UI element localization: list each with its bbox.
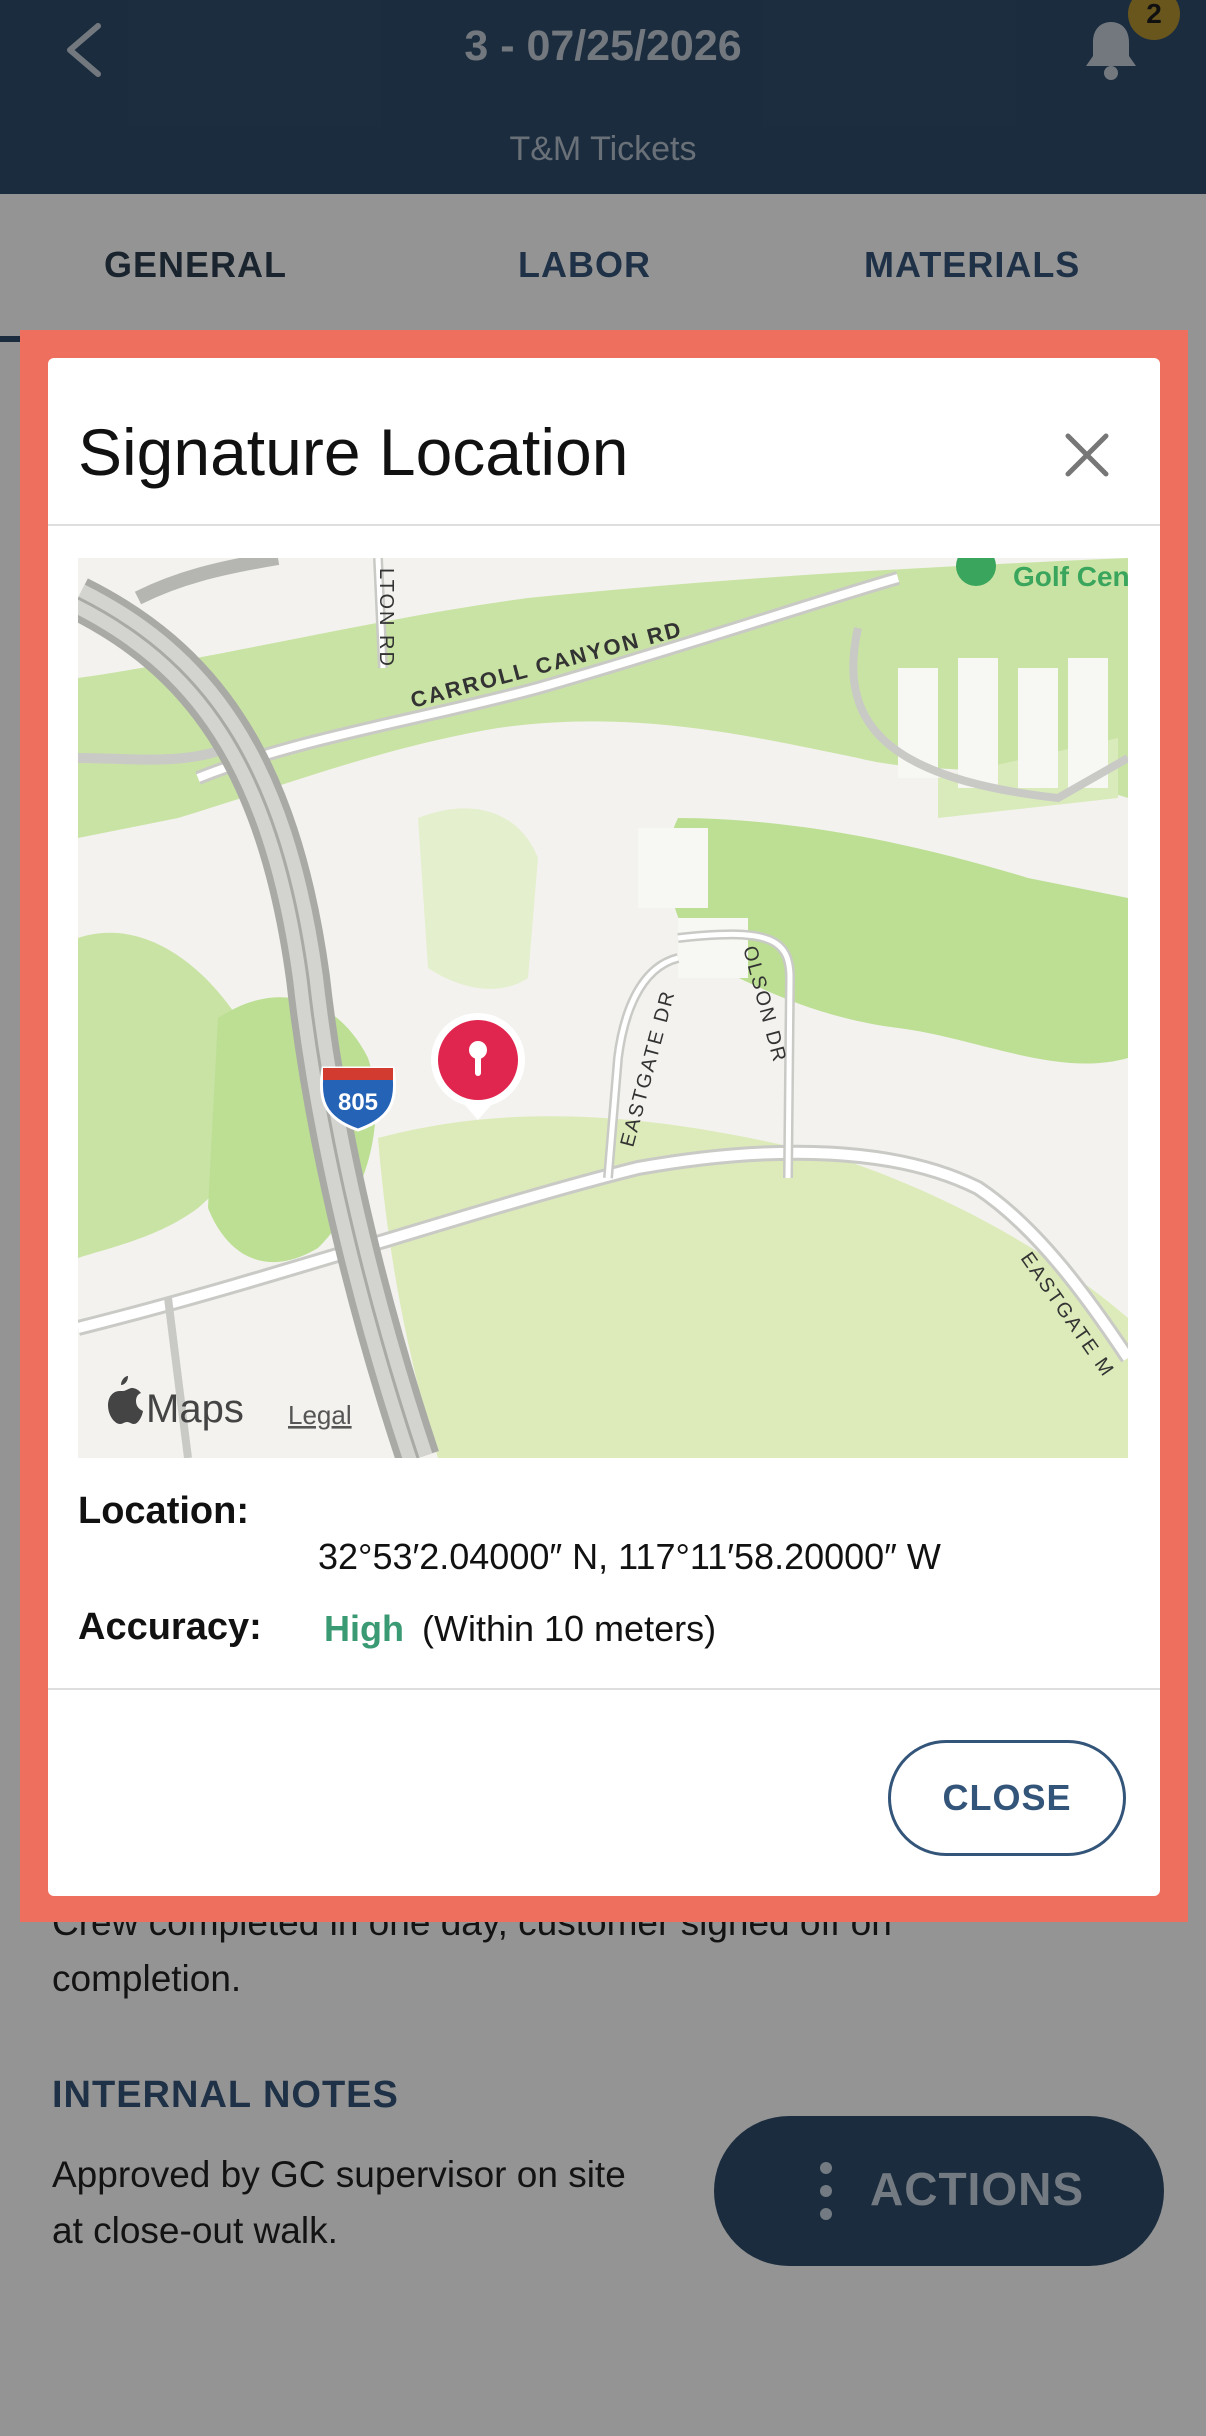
legal-link[interactable]: Legal bbox=[288, 1400, 352, 1430]
map-view[interactable]: CARROLL CANYON RD EASTGATE DR OLSON DR E… bbox=[78, 558, 1128, 1458]
accuracy-detail: (Within 10 meters) bbox=[422, 1608, 717, 1649]
footer-divider bbox=[48, 1688, 1160, 1690]
map-graphic: CARROLL CANYON RD EASTGATE DR OLSON DR E… bbox=[78, 558, 1128, 1458]
location-value: 32°53′2.04000″ N, 117°11′58.20000″ W bbox=[318, 1536, 941, 1577]
close-modal-button[interactable] bbox=[1064, 432, 1110, 478]
svg-text:805: 805 bbox=[338, 1089, 378, 1116]
accuracy-label: Accuracy: bbox=[78, 1606, 262, 1648]
close-button[interactable]: CLOSE bbox=[888, 1740, 1126, 1856]
accuracy-level: High bbox=[324, 1608, 404, 1649]
maps-attribution: Maps bbox=[146, 1387, 244, 1431]
modal-title: Signature Location bbox=[78, 415, 629, 489]
location-label: Location: bbox=[78, 1490, 249, 1532]
map-label-lton: LTON RD bbox=[375, 568, 397, 668]
signature-location-modal: Signature Location CARROLL CANYON RD EAS… bbox=[48, 358, 1160, 1896]
header-divider bbox=[48, 524, 1160, 526]
close-icon bbox=[1065, 433, 1109, 477]
poi-label: Golf Cen bbox=[1013, 561, 1128, 592]
